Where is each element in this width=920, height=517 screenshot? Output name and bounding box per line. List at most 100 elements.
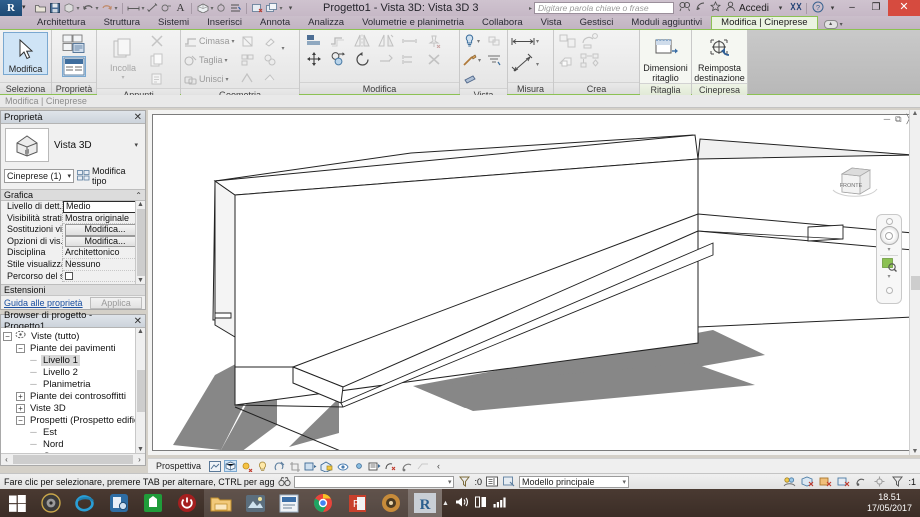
shadows-icon[interactable] xyxy=(256,460,269,472)
mirror-draw-axis-icon[interactable] xyxy=(375,32,397,50)
main-model-combo[interactable]: Modello principale ▾ xyxy=(518,475,629,488)
save-icon[interactable] xyxy=(48,2,61,15)
network-icon[interactable] xyxy=(474,496,487,511)
view-cube[interactable]: FRONTE xyxy=(832,162,878,202)
ribbon-options-caret-icon[interactable]: ▾ xyxy=(840,21,843,28)
tab-volumetrie-e-planimetria[interactable]: Volumetrie e planimetria xyxy=(353,16,473,29)
incolla-caret-icon[interactable]: ▾ xyxy=(121,73,124,83)
property-row[interactable]: Livello di dett... Medio xyxy=(1,201,145,213)
tab-inserisci[interactable]: Inserisci xyxy=(198,16,251,29)
geometria-caret-icon[interactable]: ▾ xyxy=(282,32,285,66)
default-3d-view-caret-icon[interactable]: ▾ xyxy=(210,5,214,12)
reveal-hidden-elements-icon[interactable] xyxy=(352,460,365,472)
properties-scrollbar[interactable]: ▲ ▼ xyxy=(135,201,145,284)
tree-node-livello-1[interactable]: ─ Livello 1 xyxy=(3,354,145,366)
close-hidden-windows-icon[interactable] xyxy=(251,2,264,15)
application-menu-button[interactable]: R xyxy=(0,0,22,16)
main-model-caret-icon[interactable]: ▾ xyxy=(622,478,626,486)
measure-between-caret-icon[interactable]: ▾ xyxy=(536,38,539,45)
tab-collabora[interactable]: Collabora xyxy=(473,16,532,29)
synchronize-icon[interactable] xyxy=(818,476,832,487)
linework-caret-icon[interactable]: ▾ xyxy=(478,57,481,64)
unisci-caret-icon[interactable]: ▾ xyxy=(226,76,229,83)
cimasa-caret-icon[interactable]: ▾ xyxy=(232,38,235,45)
unlock-3d-view-icon[interactable] xyxy=(320,460,333,472)
photos-icon[interactable] xyxy=(238,489,272,517)
type-selector[interactable]: Vista 3D ▾ xyxy=(1,124,145,166)
edit-type-button[interactable]: Modifica tipo xyxy=(77,166,142,186)
project-browser-scrollbar[interactable]: ▲ ▼ xyxy=(135,328,145,453)
design-options-icon[interactable] xyxy=(485,476,499,487)
cut-profile-icon[interactable] xyxy=(463,73,477,85)
view-scale-label[interactable]: Prospettiva xyxy=(156,461,201,471)
more-icon[interactable]: ‹ xyxy=(432,460,445,472)
text-icon[interactable]: A xyxy=(174,2,187,15)
restore-button[interactable]: ❐ xyxy=(864,0,888,16)
gear-icon[interactable] xyxy=(872,476,886,487)
offset-icon[interactable] xyxy=(327,32,349,50)
move-icon[interactable] xyxy=(303,50,325,68)
cornice-icon[interactable] xyxy=(184,35,197,48)
tab-modifica-cineprese[interactable]: Modifica | Cineprese xyxy=(711,16,818,29)
measure-between-icon[interactable] xyxy=(511,36,535,47)
cut-icon[interactable] xyxy=(146,32,168,50)
visual-style-icon[interactable] xyxy=(224,460,238,472)
file-explorer-icon[interactable] xyxy=(204,489,238,517)
underlay-icon[interactable] xyxy=(854,476,868,487)
rotate-icon[interactable] xyxy=(351,50,373,68)
help-search-icon[interactable] xyxy=(678,1,693,15)
paint-icon[interactable] xyxy=(259,32,281,50)
property-value-button[interactable]: Modifica... xyxy=(65,224,143,236)
visibility-graphics-icon[interactable] xyxy=(463,34,476,48)
tab-analizza[interactable]: Analizza xyxy=(299,16,353,29)
filters-icon[interactable] xyxy=(483,51,505,69)
sun-path-icon[interactable] xyxy=(240,460,253,472)
expander-icon[interactable]: − xyxy=(3,331,12,341)
copy-geometry-icon[interactable] xyxy=(259,50,281,68)
aligned-dimension-icon[interactable] xyxy=(146,2,159,15)
navbar-top-dot-icon[interactable] xyxy=(885,218,893,225)
worksets-icon[interactable] xyxy=(782,476,796,487)
tree-node-livello-2[interactable]: ─ Livello 2 xyxy=(3,366,145,378)
instance-selector-caret-icon[interactable]: ▾ xyxy=(67,172,71,180)
project-browser-hscrollbar[interactable]: ‹ › xyxy=(1,453,145,465)
property-row[interactable]: Percorso del s... xyxy=(1,270,145,283)
join-icon[interactable] xyxy=(184,73,197,86)
navbar-bottom-dot-icon[interactable] xyxy=(885,287,893,294)
property-value[interactable]: Nessuno xyxy=(63,259,145,271)
sign-in-caret-icon[interactable]: ▾ xyxy=(773,4,788,12)
minimize-button[interactable]: – xyxy=(840,0,864,16)
show-crop-region-icon[interactable] xyxy=(304,460,317,472)
model-canvas[interactable] xyxy=(152,114,916,451)
property-value-button[interactable]: Modifica... xyxy=(65,235,143,248)
start-button-icon[interactable] xyxy=(0,489,34,517)
tree-node-prospetti[interactable]: − Prospetti (Prospetto edificio) xyxy=(3,414,145,426)
ribbon-minimize-icon[interactable]: ▴ xyxy=(823,20,838,29)
search-input[interactable]: Digitare parola chiave o frase xyxy=(533,2,674,14)
modifica-button[interactable]: Modifica xyxy=(3,32,48,75)
checkbox-icon[interactable] xyxy=(65,272,73,281)
tree-node-planimetria[interactable]: ─ Planimetria xyxy=(3,378,145,390)
property-row[interactable]: Sostituzioni vi... Modifica... xyxy=(1,224,145,236)
viewport-scroll-down-icon[interactable]: ▼ xyxy=(912,448,919,455)
redo-caret-icon[interactable]: ▾ xyxy=(114,5,118,12)
undo-caret-icon[interactable]: ▾ xyxy=(95,5,99,12)
show-hidden-icons-icon[interactable]: ▲ xyxy=(442,500,449,507)
apply-button[interactable]: Applica xyxy=(90,296,142,309)
property-value-checkbox[interactable] xyxy=(63,271,145,283)
tab-gestisci[interactable]: Gestisci xyxy=(571,16,623,29)
browser-hscroll-right-icon[interactable]: › xyxy=(134,455,145,464)
properties-icon[interactable] xyxy=(62,34,86,54)
tree-node-ovest[interactable]: ─ Ovest xyxy=(3,450,145,454)
rendering-dialog-icon[interactable] xyxy=(272,460,285,472)
reveal-hidden-icon[interactable] xyxy=(483,32,505,50)
crop-view-icon[interactable] xyxy=(288,460,301,472)
viewport-restore-icon[interactable]: ⧉ xyxy=(895,114,901,125)
favorites-icon[interactable] xyxy=(708,1,723,15)
incolla-button[interactable]: Incolla ▾ xyxy=(100,32,146,83)
cut-geometry-icon[interactable] xyxy=(184,54,197,67)
thin-lines-icon[interactable] xyxy=(229,2,242,15)
tab-vista[interactable]: Vista xyxy=(532,16,571,29)
autodesk-360-icon[interactable] xyxy=(788,1,803,15)
property-row[interactable]: Visibilità strati... Mostra originale xyxy=(1,212,145,225)
